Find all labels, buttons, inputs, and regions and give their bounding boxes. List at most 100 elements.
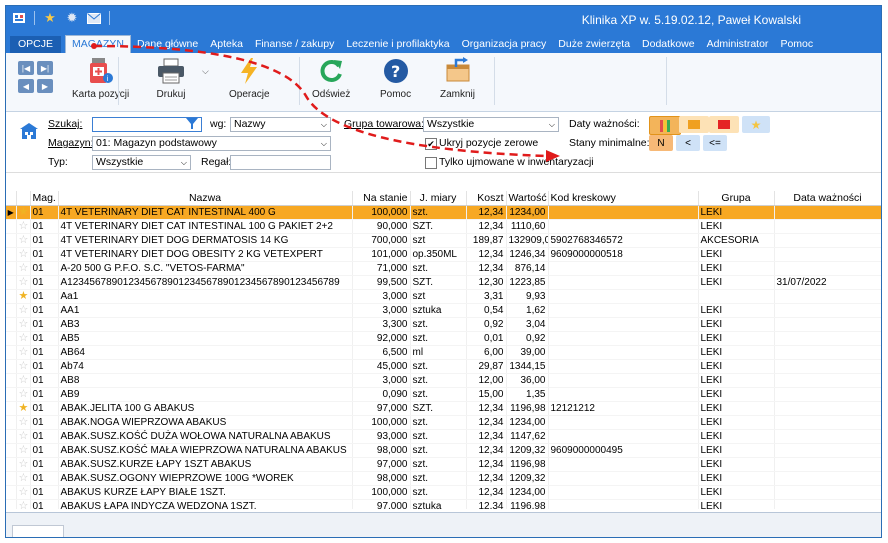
table-row[interactable]: ☆ 01 4T VETERINARY DIET DOG OBESITY 2 KG V…	[6, 247, 881, 262]
karta-pozycji-button[interactable]: i Karta pozycji	[72, 57, 129, 100]
magazyn-select[interactable]: 01: Magazyn podstawowy ⌵	[92, 136, 331, 151]
menu-apteka[interactable]: Apteka	[204, 36, 249, 53]
menu-dodatkowe[interactable]: Dodatkowe	[636, 36, 701, 53]
star-outline-icon[interactable]: ☆	[19, 500, 29, 510]
star-filled-icon[interactable]: ★	[19, 290, 29, 302]
col-koszt[interactable]: Koszt	[466, 191, 507, 206]
table-row[interactable]: ★ 01 Aa1 3,000 szt 3,31 9,93	[6, 289, 881, 304]
drukuj-button[interactable]: Drukuj	[156, 57, 186, 100]
star-outline-icon[interactable]: ☆	[19, 416, 29, 428]
table-row[interactable]: ☆ 01 ABAK.SUSZ.KOŚĆ DUŻA WOŁOWA NATURALNA …	[6, 429, 881, 444]
table-row[interactable]: ☆ 01 ABAK.SUSZ.OGONY WIEPRZOWE 100G *WOREK…	[6, 471, 881, 486]
star-outline-icon[interactable]: ☆	[19, 248, 29, 260]
tylko-checkbox[interactable]	[425, 157, 437, 169]
menu-leczenie[interactable]: Leczenie i profilaktyka	[340, 36, 455, 53]
col-wartosc[interactable]: Wartość	[506, 191, 549, 206]
star-outline-icon[interactable]: ☆	[19, 472, 29, 484]
typ-select[interactable]: Wszystkie ⌵	[92, 155, 191, 170]
table-row[interactable]: ☆ 01 ABAKUS KURZE ŁAPY BIAŁE 1SZT. 100,000 s…	[6, 485, 881, 500]
star-outline-icon[interactable]: ☆	[19, 374, 29, 386]
table-row[interactable]: ☆ 01 Ab74 45,000 szt. 29,87 1344,15 LEKI	[6, 359, 881, 374]
table-row[interactable]: ☆ 01 AB64 6,500 ml 6,00 39,00 LEKI	[6, 345, 881, 360]
star-outline-icon[interactable]: ☆	[19, 458, 29, 470]
col-nazwa[interactable]: Nazwa	[58, 191, 353, 206]
operacje-button[interactable]: Operacje	[229, 57, 270, 100]
wg-select[interactable]: Nazwy ⌵	[230, 117, 331, 132]
star-outline-icon[interactable]: ☆	[19, 430, 29, 442]
favorites-star-icon[interactable]: ★	[43, 11, 57, 25]
odswiez-button[interactable]: Odśwież	[312, 57, 350, 100]
table-row[interactable]: ☆ 01 4T VETERINARY DIET CAT INTESTINAL 100…	[6, 219, 881, 234]
cell-data-waznosci	[774, 359, 881, 374]
table-row[interactable]: ☆ 01 AA1 3,000 sztuka 0,54 1,62 LEKI	[6, 303, 881, 318]
menu-finanse[interactable]: Finanse / zakupy	[249, 36, 340, 53]
date-filter-traffic-light[interactable]	[649, 116, 681, 135]
bottom-tab[interactable]	[12, 525, 64, 537]
col-data-waznosci[interactable]: Data ważności	[774, 191, 881, 206]
mail-icon[interactable]	[87, 11, 101, 25]
star-outline-icon[interactable]: ☆	[19, 220, 29, 232]
settings-gear-icon[interactable]: ✹	[65, 11, 79, 25]
stany-le-button[interactable]: <=	[703, 135, 727, 151]
date-filter-star[interactable]: ★	[742, 116, 770, 133]
star-outline-icon[interactable]: ☆	[19, 262, 29, 274]
table-row[interactable]: ☆ 01 ABAK.NOGA WIEPRZOWA ABAKUS 100,000 szt.…	[6, 415, 881, 430]
star-outline-icon[interactable]: ☆	[19, 388, 29, 400]
zamknij-button[interactable]: Zamknij	[440, 57, 475, 100]
date-filter-red[interactable]	[709, 116, 739, 133]
menu-organizacja[interactable]: Organizacja pracy	[456, 36, 553, 53]
table-row[interactable]: ★ 01 ABAK.JELITA 100 G ABAKUS 97,000 SZT. 12,…	[6, 401, 881, 416]
cell-koszt: 12,34	[466, 471, 507, 486]
app-logo-icon[interactable]	[12, 11, 26, 25]
table-row[interactable]: ☆ 01 AB3 3,300 szt. 0,92 3,04 LEKI	[6, 317, 881, 332]
col-grupa[interactable]: Grupa	[698, 191, 775, 206]
drukuj-dropdown-icon[interactable]: ⌵	[202, 66, 209, 77]
stany-n-button[interactable]: N	[649, 135, 673, 151]
regal-input[interactable]	[230, 155, 331, 170]
stany-lt-button[interactable]: <	[676, 135, 700, 151]
lightning-icon	[234, 57, 264, 85]
star-outline-icon[interactable]: ☆	[19, 234, 29, 246]
cell-mag: 01	[30, 359, 59, 374]
table-row[interactable]: ☆ 01 4T VETERINARY DIET DOG DERMATOSIS 14 …	[6, 233, 881, 248]
menu-duze-zwierzeta[interactable]: Duże zwierzęta	[552, 36, 636, 53]
menu-magazyn[interactable]: MAGAZYN	[65, 35, 131, 53]
menu-dane-glowne[interactable]: Dane główne	[131, 36, 204, 53]
star-outline-icon[interactable]: ☆	[19, 346, 29, 358]
star-outline-icon[interactable]: ☆	[19, 332, 29, 344]
col-kod-kreskowy[interactable]: Kod kreskowy	[548, 191, 699, 206]
table-row[interactable]: ☆ 01 AB8 3,000 szt. 12,00 36,00 LEKI	[6, 373, 881, 388]
table-row[interactable]: ☆ 01 A-20 500 G P.F.O. S.C. "VETOS-FARMA" 7…	[6, 261, 881, 276]
col-j-miary[interactable]: J. miary	[410, 191, 467, 206]
star-outline-icon[interactable]: ☆	[19, 444, 29, 456]
star-outline-icon[interactable]: ☆	[19, 360, 29, 372]
table-row[interactable]: ☆ 01 ABAK.SUSZ.KURZE ŁAPY 1SZT ABAKUS 97,00…	[6, 457, 881, 472]
star-outline-icon[interactable]: ☆	[19, 486, 29, 498]
table-row[interactable]: ☆ 01 A123456789012345678901234567890123456…	[6, 275, 881, 290]
prev-record-icon[interactable]: ◀	[18, 79, 34, 93]
cell-j-miary: SZT.	[410, 401, 467, 416]
ukryj-checkbox[interactable]: ✔	[425, 138, 437, 150]
star-outline-icon[interactable]: ☆	[19, 276, 29, 288]
table-row[interactable]: ▶ ★ 01 4T VETERINARY DIET CAT INTESTINAL 40…	[6, 205, 881, 220]
table-row[interactable]: ☆ 01 AB9 0,090 szt. 15,00 1,35 LEKI	[6, 387, 881, 402]
star-filled-icon[interactable]: ★	[19, 206, 29, 218]
table-row[interactable]: ☆ 01 ABAKUS ŁAPA INDYCZA WĘDZONA 1SZT. 97,0…	[6, 499, 881, 510]
star-outline-icon[interactable]: ☆	[19, 304, 29, 316]
date-filter-orange[interactable]	[679, 116, 709, 133]
last-record-icon[interactable]: ▶|	[37, 61, 53, 75]
menu-administrator[interactable]: Administrator	[701, 36, 775, 53]
col-na-stanie[interactable]: Na stanie	[352, 191, 411, 206]
next-record-icon[interactable]: ▶	[37, 79, 53, 93]
grupa-select[interactable]: Wszystkie ⌵	[423, 117, 559, 132]
menu-opcje[interactable]: OPCJE	[10, 36, 62, 53]
first-record-icon[interactable]: |◀	[18, 61, 34, 75]
cell-nazwa: AA1	[58, 303, 353, 318]
table-row[interactable]: ☆ 01 AB5 92,000 szt. 0,01 0,92 LEKI	[6, 331, 881, 346]
star-outline-icon[interactable]: ☆	[19, 318, 29, 330]
menu-pomoc[interactable]: Pomoc	[774, 36, 819, 53]
col-mag[interactable]: Mag.	[30, 191, 59, 206]
pomoc-button[interactable]: ? Pomoc	[380, 57, 411, 100]
star-filled-icon[interactable]: ★	[19, 402, 29, 414]
table-row[interactable]: ☆ 01 ABAK.SUSZ.KOŚĆ MAŁA WIEPRZOWA NATURAL…	[6, 443, 881, 458]
